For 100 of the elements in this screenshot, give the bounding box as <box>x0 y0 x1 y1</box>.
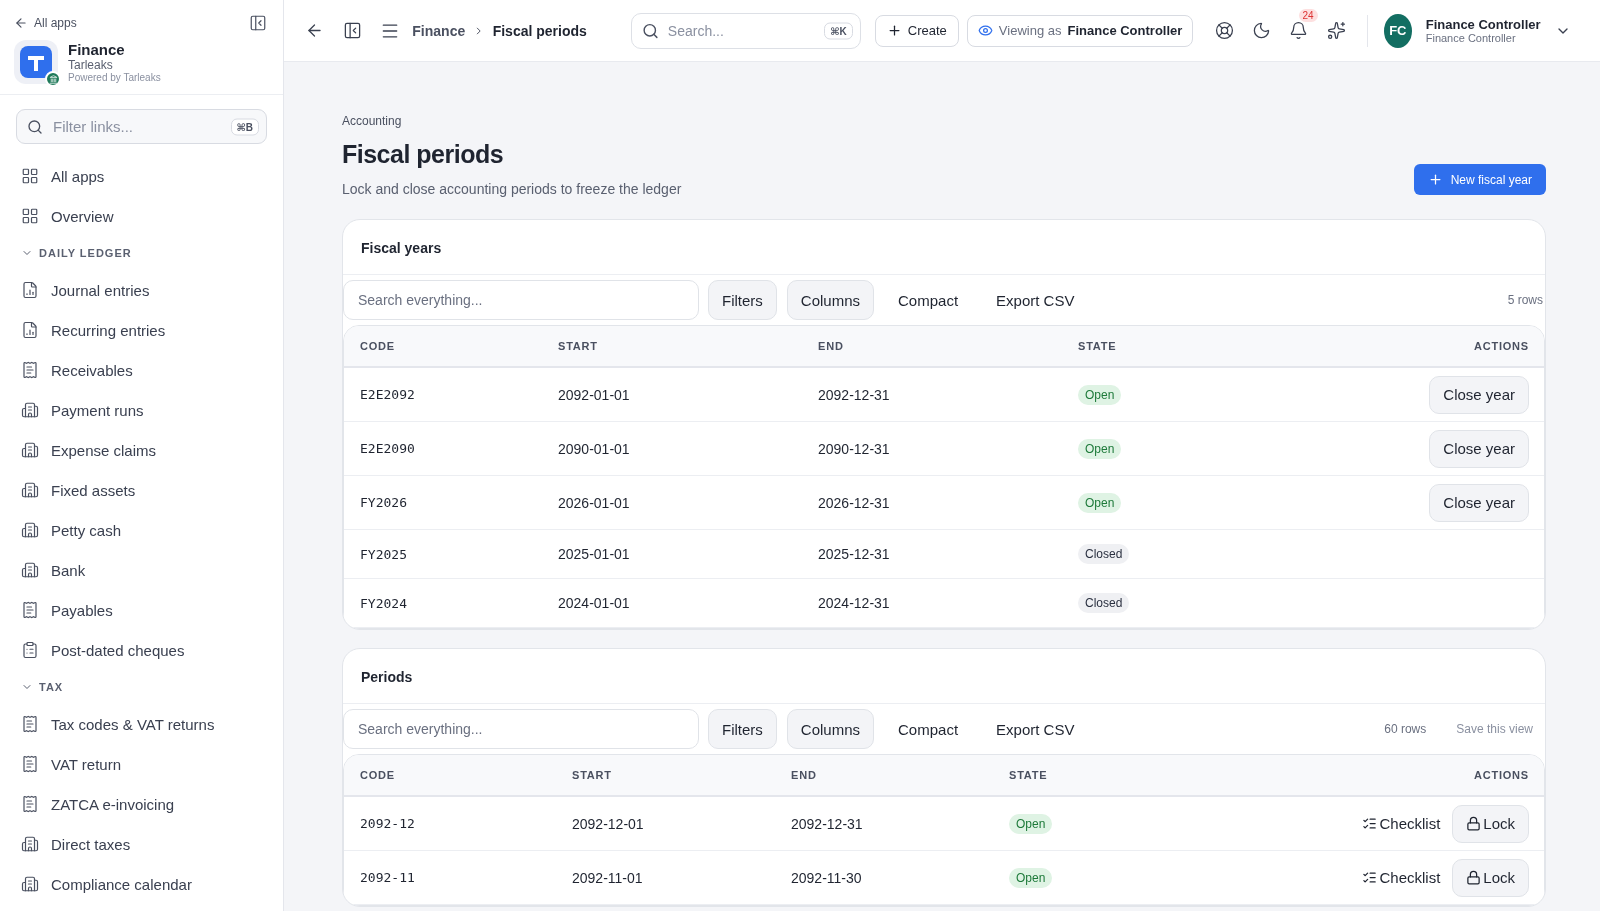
sidebar-item[interactable]: Tax codes & VAT returns <box>0 704 283 744</box>
column-header: ACTIONS <box>1472 769 1529 781</box>
checklist-icon <box>1362 816 1378 831</box>
date-cell-text: 2025-01-01 <box>558 546 631 562</box>
eye-icon <box>977 23 993 38</box>
notification-count: 24 <box>1298 8 1318 22</box>
sidebar-item[interactable]: Receivables <box>0 350 283 390</box>
toolbar-button[interactable]: Export CSV <box>982 709 1089 749</box>
state-badge: Closed <box>1078 544 1130 564</box>
sidebar-item[interactable]: Expense claims <box>0 430 283 470</box>
breadcrumb-link[interactable]: Fiscal periods <box>492 22 587 39</box>
create-button[interactable]: Create <box>874 14 959 47</box>
toolbar-button[interactable]: Compact <box>884 709 973 749</box>
close-year-button[interactable]: Close year <box>1429 429 1529 468</box>
collapse-sidebar-icon[interactable] <box>249 14 267 32</box>
sidebar-item[interactable]: Post-dated cheques <box>0 630 283 670</box>
chart-document-icon <box>21 321 39 339</box>
date-cell-text: 2090-01-01 <box>558 440 631 457</box>
breadcrumb-link[interactable]: Finance <box>412 22 466 39</box>
app-name: Finance <box>68 41 126 58</box>
user-avatar[interactable]: FC <box>1383 13 1412 48</box>
viewing-role: Finance Controller <box>1067 23 1183 38</box>
close-year-button[interactable]: Close year <box>1429 483 1529 522</box>
column-header: CODE <box>360 769 396 781</box>
toolbar-button[interactable]: Filters <box>708 709 777 749</box>
sidebar-item[interactable]: Bank <box>0 550 283 590</box>
chart-document-icon <box>21 281 39 299</box>
date-cell-text: 2092-11-30 <box>791 869 863 886</box>
state-badge: Closed <box>1078 593 1130 613</box>
column-header: START <box>558 340 599 352</box>
page-title: Fiscal periods <box>342 140 505 169</box>
lock-icon <box>1466 816 1482 831</box>
section-header[interactable]: DAILY LEDGER <box>0 236 283 270</box>
close-year-button[interactable]: Close year <box>1429 375 1529 414</box>
checklist-button[interactable]: Checklist <box>1362 869 1441 886</box>
receipt-icon <box>21 715 39 733</box>
lock-button[interactable]: Lock <box>1452 804 1529 843</box>
date-cell-text: 2092-12-31 <box>818 386 891 403</box>
shortcut-key: ⌘K <box>824 22 853 39</box>
receipt-icon <box>21 361 39 379</box>
sidebar-item[interactable]: Compliance calendar <box>0 864 283 904</box>
sidebar-item[interactable]: Payables <box>0 590 283 630</box>
receipt-icon <box>21 795 39 813</box>
new-fiscal-year-button[interactable]: New fiscal year <box>1413 164 1546 195</box>
sidebar-item[interactable]: ZATCA e-invoicing <box>0 784 283 824</box>
column-header: STATE <box>1078 340 1118 352</box>
row-count: 60 rows <box>1384 722 1427 736</box>
card-title: Fiscal years <box>343 220 1545 275</box>
building-icon <box>21 401 39 419</box>
back-link[interactable]: All apps <box>14 16 77 30</box>
viewing-as-tag[interactable]: Viewing as Finance Controller <box>966 14 1194 47</box>
plus-icon <box>1427 172 1443 187</box>
date-cell-text: 2090-12-31 <box>818 440 891 457</box>
date-cell-text: 2092-12-01 <box>572 815 645 832</box>
sidebar-item[interactable]: Journal entries <box>0 270 283 310</box>
column-header: CODE <box>360 340 396 352</box>
sidebar-item[interactable]: Fixed assets <box>0 470 283 510</box>
search-icon <box>27 118 43 135</box>
sidebar-item[interactable]: Direct taxes <box>0 824 283 864</box>
date-cell-text: 2026-12-31 <box>818 494 891 511</box>
toolbar-button[interactable]: Compact <box>884 280 973 320</box>
sidebar-item[interactable]: Petty cash <box>0 510 283 550</box>
sidebar-item[interactable]: VAT return <box>0 744 283 784</box>
section-header[interactable]: TAX <box>0 670 283 704</box>
date-cell-text: 2024-12-31 <box>818 595 891 611</box>
date-cell-text: 2092-01-01 <box>558 386 631 403</box>
search-icon <box>641 22 659 39</box>
state-badge: Open <box>1009 867 1053 888</box>
checklist-button[interactable]: Checklist <box>1362 815 1441 832</box>
sidebar-item[interactable]: Recurring entries <box>0 310 283 350</box>
bell-icon <box>1289 21 1309 40</box>
powered-by-text: Powered by Tarleaks <box>68 72 161 83</box>
search-field[interactable]: Search everything... <box>343 709 699 749</box>
code-cell-text: FY2026 <box>360 495 408 510</box>
column-header: END <box>818 340 845 352</box>
app-logo <box>14 40 58 84</box>
clipboard-icon <box>21 641 39 659</box>
state-badge: Open <box>1009 813 1053 834</box>
sidebar-item[interactable]: All apps <box>0 156 283 196</box>
date-cell-text: 2092-12-31 <box>791 815 864 832</box>
toolbar-button[interactable]: Columns <box>786 280 875 320</box>
date-cell-text: 2025-12-31 <box>818 546 891 562</box>
grid-icon <box>21 207 39 225</box>
building-icon <box>21 875 39 893</box>
search-field[interactable]: Search everything... <box>343 280 699 320</box>
sidebar-item[interactable]: Payment runs <box>0 390 283 430</box>
building-icon <box>21 835 39 853</box>
code-cell-text: FY2024 <box>360 595 408 611</box>
code-cell-text: FY2025 <box>360 546 408 562</box>
page-subtitle: Lock and close accounting periods to freeze the ledger <box>342 181 682 197</box>
code-cell-text: E2E2092 <box>360 387 416 402</box>
toolbar-button[interactable]: Columns <box>786 709 875 749</box>
building-icon <box>21 521 39 539</box>
lock-button[interactable]: Lock <box>1452 858 1529 897</box>
page-eyebrow: Accounting <box>342 114 403 128</box>
toolbar-button[interactable]: Filters <box>708 280 777 320</box>
state-badge: Open <box>1078 384 1122 405</box>
code-cell-text: 2092-12 <box>360 816 416 831</box>
toolbar-button[interactable]: Export CSV <box>982 280 1089 320</box>
sidebar-item[interactable]: Overview <box>0 196 283 236</box>
